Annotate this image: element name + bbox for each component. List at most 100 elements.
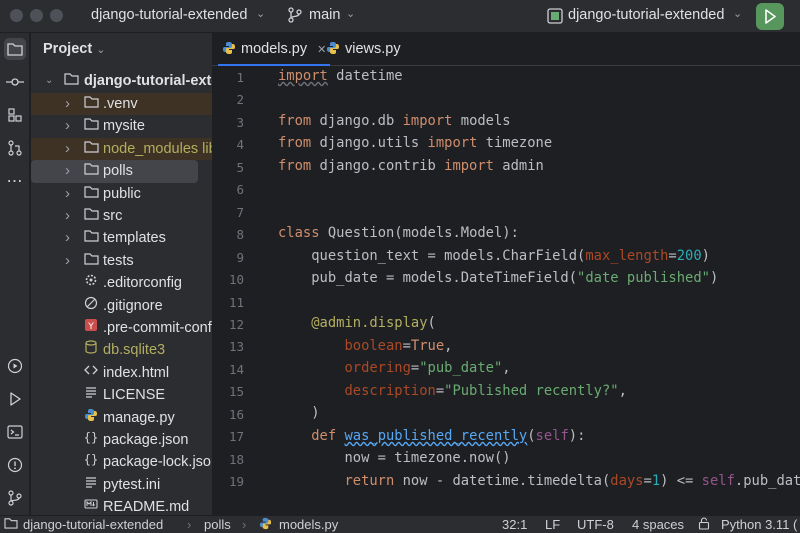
rerun-icon bbox=[765, 9, 776, 24]
project-folder-icon[interactable] bbox=[4, 38, 26, 60]
tree-item-db-sqlite3[interactable]: db.sqlite3 bbox=[31, 339, 212, 361]
chevron-right-icon[interactable]: › bbox=[65, 115, 70, 137]
chevron-down-icon: ⌄ bbox=[733, 8, 743, 20]
tree-item-index-html[interactable]: index.html bbox=[31, 362, 212, 384]
breadcrumb-file[interactable]: models.py bbox=[279, 517, 338, 532]
tree-item-tests[interactable]: › tests bbox=[31, 250, 212, 272]
status-bar: django-tutorial-extended › polls › model… bbox=[0, 515, 800, 533]
line-number: 10 bbox=[228, 272, 244, 288]
line-number: 13 bbox=[228, 339, 244, 355]
line-number: 3 bbox=[236, 114, 244, 130]
chevron-down-icon: ⌄ bbox=[346, 8, 356, 20]
python-interpreter[interactable]: Python 3.11 ( bbox=[721, 517, 797, 532]
tree-item-polls[interactable]: › polls bbox=[31, 160, 198, 183]
tool-window-bar: ⋯ bbox=[0, 33, 30, 515]
tree-item-manage-py[interactable]: manage.py bbox=[31, 407, 212, 429]
read-only-toggle-icon[interactable] bbox=[698, 517, 710, 533]
git-icon[interactable] bbox=[4, 487, 26, 509]
tree-item-gitignore[interactable]: .gitignore bbox=[31, 295, 212, 317]
tree-item-venv[interactable]: › .venv bbox=[31, 93, 212, 116]
problems-icon[interactable] bbox=[4, 454, 26, 476]
tree-root[interactable]: ⌄ django-tutorial-extended bbox=[31, 70, 212, 92]
text-file-icon bbox=[83, 384, 99, 406]
minimize-window-button[interactable] bbox=[30, 9, 43, 22]
chevron-right-icon[interactable]: › bbox=[65, 138, 70, 160]
line-number: 19 bbox=[228, 474, 244, 490]
tree-item-package-lock-json[interactable]: {} package-lock.json bbox=[31, 451, 212, 473]
tree-item-label: tests bbox=[103, 252, 134, 269]
tree-item-node-modules-libr[interactable]: › node_modules libr bbox=[31, 137, 212, 161]
chevron-down-icon: ⌄ bbox=[45, 75, 54, 86]
indent-settings[interactable]: 4 spaces bbox=[632, 517, 684, 532]
code-line: from django.utils import timezone bbox=[278, 135, 553, 151]
line-number: 1 bbox=[236, 70, 244, 85]
file-encoding[interactable]: UTF-8 bbox=[577, 517, 614, 532]
tab-views-py[interactable]: views.py bbox=[326, 33, 401, 66]
tab-models-py[interactable]: models.py ✕ bbox=[218, 33, 331, 66]
folder-icon bbox=[83, 115, 99, 137]
breadcrumb-project-icon bbox=[4, 517, 18, 532]
chevron-right-icon[interactable]: › bbox=[65, 250, 70, 272]
title-bar: django-tutorial-extended ⌄ main ⌄ django… bbox=[0, 0, 800, 33]
chevron-right-icon[interactable]: › bbox=[65, 183, 70, 205]
breadcrumb-separator-icon: › bbox=[242, 517, 247, 532]
tree-item-editorconfig[interactable]: .editorconfig bbox=[31, 272, 212, 294]
tree-item-public[interactable]: › public bbox=[31, 183, 212, 205]
code-line: from django.contrib import admin bbox=[278, 158, 544, 174]
yaml-file-icon: Y bbox=[83, 317, 99, 339]
line-number: 4 bbox=[236, 137, 244, 153]
chevron-right-icon[interactable]: › bbox=[65, 205, 70, 227]
django-run-config-icon bbox=[547, 8, 563, 29]
python-file-icon bbox=[83, 407, 99, 429]
close-window-button[interactable] bbox=[10, 9, 23, 22]
branch-switcher[interactable]: main bbox=[309, 7, 340, 23]
project-panel-title[interactable]: Project ⌄ bbox=[43, 41, 105, 57]
zoom-window-button[interactable] bbox=[50, 9, 63, 22]
svg-text:{}: {} bbox=[84, 453, 98, 467]
tree-item-label: polls bbox=[103, 163, 133, 180]
text-file-icon bbox=[83, 474, 99, 496]
database-icon bbox=[83, 339, 99, 361]
caret-position[interactable]: 32:1 bbox=[502, 517, 527, 532]
chevron-right-icon[interactable]: › bbox=[65, 227, 70, 249]
services-icon[interactable] bbox=[4, 355, 26, 377]
tree-item-pytest-ini[interactable]: pytest.ini bbox=[31, 474, 212, 496]
code-line: now = timezone.now() bbox=[278, 450, 511, 466]
line-number: 8 bbox=[236, 227, 244, 243]
chevron-down-icon: ⌄ bbox=[256, 8, 266, 20]
terminal-icon[interactable] bbox=[4, 421, 26, 443]
run-icon[interactable] bbox=[4, 388, 26, 410]
breadcrumb-separator-icon: › bbox=[187, 517, 192, 532]
close-tab-icon[interactable]: ✕ bbox=[317, 44, 326, 56]
line-number: 18 bbox=[228, 451, 244, 467]
pull-requests-icon[interactable] bbox=[4, 137, 26, 159]
tree-item-label: pytest.ini bbox=[103, 476, 161, 493]
breadcrumb-folder[interactable]: polls bbox=[204, 517, 231, 532]
tree-item-src[interactable]: › src bbox=[31, 205, 212, 227]
tree-item-label: .pre-commit-config bbox=[103, 320, 212, 336]
tree-item-label: .venv bbox=[103, 96, 138, 112]
breadcrumb-project[interactable]: django-tutorial-extended bbox=[23, 517, 163, 532]
code-line: boolean=True, bbox=[344, 338, 453, 354]
commit-icon[interactable] bbox=[4, 71, 26, 93]
tree-item-license[interactable]: LICENSE bbox=[31, 384, 212, 406]
tree-item-package-json[interactable]: {} package.json bbox=[31, 429, 212, 451]
chevron-right-icon[interactable]: › bbox=[65, 160, 70, 182]
code-line: import datetime bbox=[278, 68, 403, 84]
chevron-right-icon[interactable]: › bbox=[65, 93, 70, 115]
tree-item-readme-md[interactable]: README.md bbox=[31, 496, 212, 515]
line-separator[interactable]: LF bbox=[545, 517, 560, 532]
structure-icon[interactable] bbox=[4, 104, 26, 126]
tree-item-label: db.sqlite3 bbox=[103, 342, 166, 359]
code-line: class Question(models.Model): bbox=[278, 225, 519, 241]
json-file-icon: {} bbox=[83, 451, 99, 473]
project-switcher[interactable]: django-tutorial-extended bbox=[91, 7, 247, 23]
tree-item-pre-commit-config[interactable]: Y .pre-commit-config bbox=[31, 317, 212, 339]
run-config-selector[interactable]: django-tutorial-extended bbox=[568, 7, 724, 23]
tree-item-label: .editorconfig bbox=[103, 275, 182, 292]
tree-item-mysite[interactable]: › mysite bbox=[31, 115, 212, 137]
tree-item-templates[interactable]: › templates bbox=[31, 227, 212, 249]
code-line: pub_date = models.DateTimeField("date pu… bbox=[278, 270, 719, 286]
run-button[interactable] bbox=[756, 3, 784, 30]
more-tools-icon[interactable]: ⋯ bbox=[4, 170, 26, 192]
